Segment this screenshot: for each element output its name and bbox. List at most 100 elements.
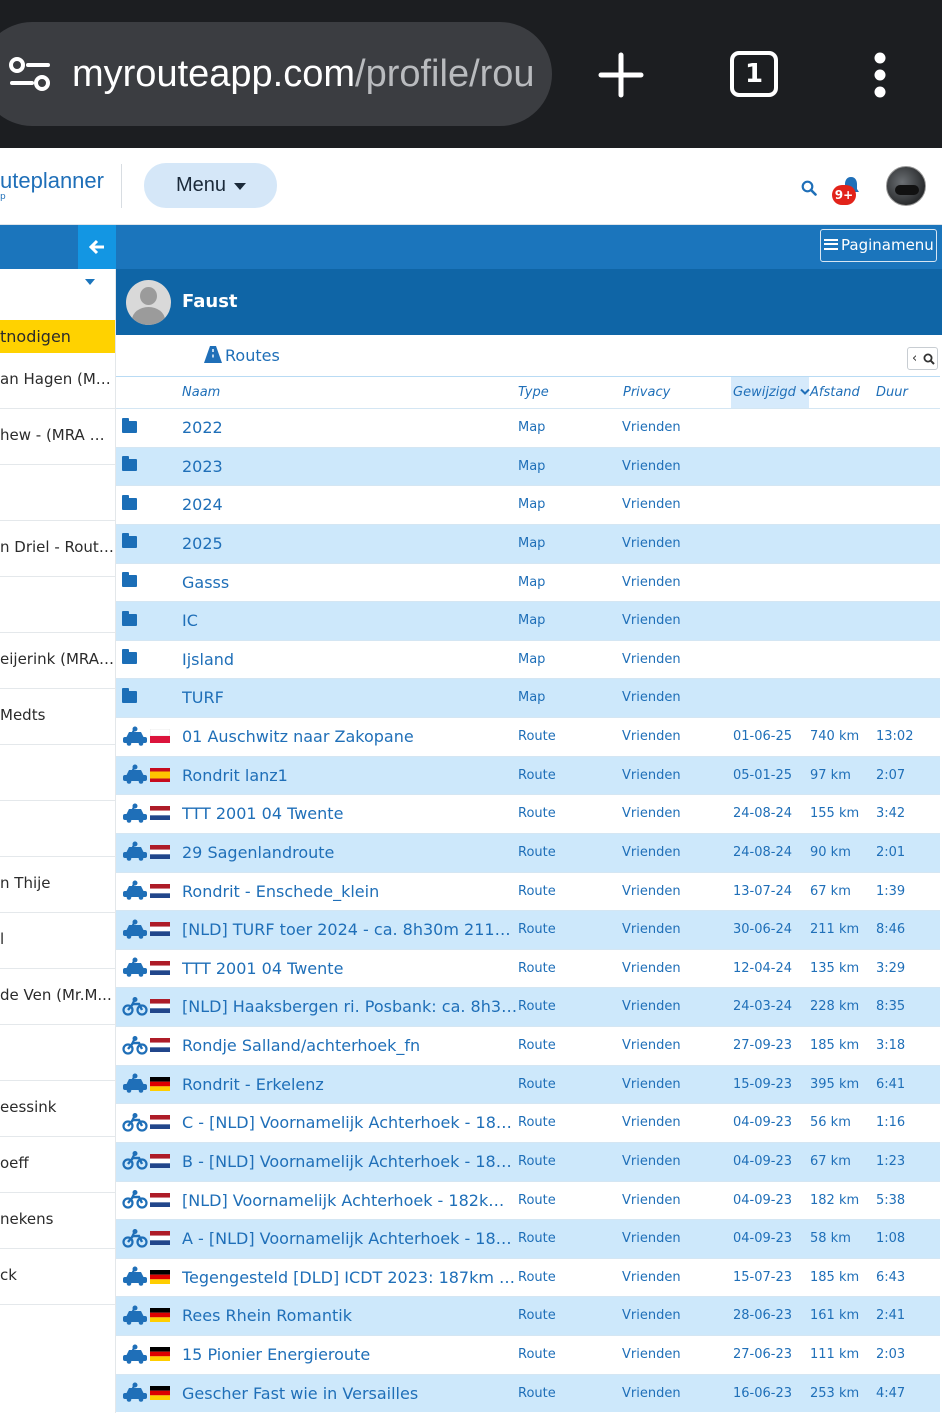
row-name[interactable]: Rondrit - Erkelenz — [182, 1066, 518, 1104]
folder-row[interactable]: 2022 Map Vrienden — [116, 408, 940, 447]
route-row[interactable]: TTT 2001 04 Twente Route Vrienden 12-04-24 1… — [116, 948, 940, 988]
row-name[interactable]: Rondrit lanz1 — [182, 757, 518, 795]
row-name[interactable]: TTT 2001 04 Twente — [182, 795, 518, 833]
sidebar-item[interactable]: oeff — [0, 1137, 115, 1193]
folder-row[interactable]: Gasss Map Vrienden — [116, 562, 940, 602]
page-menu-button[interactable]: Paginamenu — [820, 229, 937, 262]
new-tab-icon[interactable] — [598, 52, 644, 98]
route-row[interactable]: C - [NLD] Voornamelijk Achterhoek - 182k… — [116, 1103, 940, 1142]
url-text[interactable]: myrouteapp.com/profile/rou — [72, 50, 534, 98]
row-name[interactable]: 2025 — [182, 525, 518, 563]
car-route-icon — [122, 919, 148, 939]
route-row[interactable]: Tegengesteld [DLD] ICDT 2023: 187km 6h18… — [116, 1257, 940, 1297]
route-row[interactable]: Rees Rhein Romantik Route Vrienden 28-06-23… — [116, 1296, 940, 1335]
caret-down-icon[interactable] — [85, 279, 95, 285]
route-row[interactable]: 29 Sagenlandroute Route Vrienden 24-08-24 90… — [116, 832, 940, 872]
col-modified[interactable]: Gewijzigd — [733, 385, 810, 400]
logo[interactable]: uteplanner — [0, 168, 104, 194]
sidebar-item[interactable] — [0, 577, 115, 633]
route-row[interactable]: Rondrit - Enschede_klein Route Vrienden 13-… — [116, 871, 940, 911]
route-row[interactable]: A - [NLD] Voornamelijk Achterhoek - 182k… — [116, 1219, 940, 1258]
sidebar-item[interactable]: Medts — [0, 689, 115, 745]
sidebar-item[interactable]: de Ven (Mr.M... — [0, 969, 115, 1025]
site-settings-icon[interactable] — [8, 56, 52, 92]
sidebar-item[interactable]: nekens — [0, 1193, 115, 1249]
folder-row[interactable]: IC Map Vrienden — [116, 601, 940, 640]
route-row[interactable]: TTT 2001 04 Twente Route Vrienden 24-08-24 1… — [116, 794, 940, 833]
row-name[interactable]: IC — [182, 602, 518, 640]
sidebar-item[interactable] — [0, 465, 115, 521]
route-row[interactable]: [NLD] Voornamelijk Achterhoek - 182km 5h… — [116, 1180, 940, 1220]
sidebar-item[interactable]: n Thije — [0, 857, 115, 913]
route-row[interactable]: Rondrit lanz1 Route Vrienden 05-01-25 97 km 2… — [116, 755, 940, 795]
folder-row[interactable]: 2024 Map Vrienden — [116, 485, 940, 524]
row-name[interactable]: 2023 — [182, 448, 518, 486]
car-route-icon — [122, 957, 148, 978]
tab-switcher-button[interactable]: 1 — [730, 51, 778, 97]
row-privacy: Vrienden — [622, 574, 681, 590]
sidebar-item[interactable] — [0, 801, 115, 857]
menu-button[interactable]: Menu — [144, 163, 277, 208]
row-name[interactable]: 01 Auschwitz naar Zakopane — [182, 718, 518, 756]
col-type[interactable]: Type — [518, 385, 549, 400]
folder-row[interactable]: 2023 Map Vrienden — [116, 446, 940, 486]
route-row[interactable]: 01 Auschwitz naar Zakopane Route Vrienden 0… — [116, 717, 940, 756]
more-options-icon[interactable] — [872, 52, 888, 98]
flag-nl-icon — [150, 806, 170, 821]
row-name[interactable]: [NLD] Voornamelijk Achterhoek - 182km 5h… — [182, 1182, 518, 1220]
row-icon — [122, 1297, 150, 1335]
row-name[interactable]: [NLD] Haaksbergen ri. Posbank: ca. 8h35m… — [182, 988, 518, 1026]
invite-button[interactable]: tnodigen — [0, 320, 115, 353]
search-icon[interactable] — [801, 180, 817, 196]
folder-row[interactable]: 2025 Map Vrienden — [116, 523, 940, 563]
route-row[interactable]: Gescher Fast wie in Versailles Route Vrien… — [116, 1373, 940, 1413]
row-flag — [150, 757, 172, 795]
route-row[interactable]: [NLD] Haaksbergen ri. Posbank: ca. 8h35m… — [116, 987, 940, 1026]
row-name[interactable]: 15 Pionier Energieroute — [182, 1336, 518, 1374]
row-name[interactable]: A - [NLD] Voornamelijk Achterhoek - 182k… — [182, 1220, 518, 1258]
route-row[interactable]: Rondrit - Erkelenz Route Vrienden 15-09-23 3… — [116, 1064, 940, 1104]
collapse-sidebar-button[interactable] — [78, 225, 116, 269]
sidebar-item[interactable]: hew - (MRA M... — [0, 409, 115, 465]
row-duration: 13:02 — [876, 729, 914, 744]
col-name[interactable]: Naam — [182, 385, 220, 400]
row-name[interactable]: TTT 2001 04 Twente — [182, 950, 518, 988]
sidebar-item[interactable]: an Hagen (MR... — [0, 353, 115, 409]
row-name[interactable]: Tegengesteld [DLD] ICDT 2023: 187km 6h18… — [182, 1259, 518, 1297]
row-name[interactable]: Rees Rhein Romantik — [182, 1297, 518, 1335]
sidebar-item[interactable] — [0, 1025, 115, 1081]
row-name[interactable]: Ijsland — [182, 641, 518, 679]
row-flag — [150, 834, 172, 872]
row-name[interactable]: 29 Sagenlandroute — [182, 834, 518, 872]
sidebar-item[interactable]: ck — [0, 1249, 115, 1305]
sidebar-item[interactable]: l — [0, 913, 115, 969]
sidebar-item[interactable]: eijerink (MRA ... — [0, 633, 115, 689]
toggle-search-button[interactable]: ‹ — [907, 347, 938, 370]
row-name[interactable]: Rondrit - Enschede_klein — [182, 873, 518, 911]
row-name[interactable]: 2022 — [182, 409, 518, 447]
route-row[interactable]: Rondje Salland/achterhoek_fn Route Vriende… — [116, 1026, 940, 1065]
routes-tab[interactable]: Routes — [204, 346, 280, 365]
row-name[interactable]: Gescher Fast wie in Versailles — [182, 1375, 518, 1413]
row-name[interactable]: Gasss — [182, 564, 518, 602]
col-privacy[interactable]: Privacy — [623, 385, 670, 400]
folder-row[interactable]: TURF Map Vrienden — [116, 678, 940, 717]
route-row[interactable]: B - [NLD] Voornamelijk Achterhoek - 182k… — [116, 1141, 940, 1181]
row-privacy: Vrienden — [622, 458, 681, 474]
row-name[interactable]: TURF — [182, 679, 518, 717]
row-name[interactable]: B - [NLD] Voornamelijk Achterhoek - 182k… — [182, 1143, 518, 1181]
col-duration[interactable]: Duur — [876, 385, 908, 400]
sidebar-item[interactable]: eessink — [0, 1081, 115, 1137]
flag-pl-icon — [150, 729, 170, 743]
row-name[interactable]: Rondje Salland/achterhoek_fn — [182, 1027, 518, 1065]
folder-row[interactable]: Ijsland Map Vrienden — [116, 639, 940, 679]
row-name[interactable]: 2024 — [182, 486, 518, 524]
route-row[interactable]: 15 Pionier Energieroute Route Vrienden 27-0… — [116, 1335, 940, 1374]
col-distance[interactable]: Afstand — [810, 385, 860, 400]
route-row[interactable]: [NLD] TURF toer 2024 - ca. 8h30m 211km Ro… — [116, 910, 940, 949]
sidebar-item[interactable]: n Driel - Route... — [0, 521, 115, 577]
row-name[interactable]: [NLD] TURF toer 2024 - ca. 8h30m 211km — [182, 911, 518, 949]
row-name[interactable]: C - [NLD] Voornamelijk Achterhoek - 182k… — [182, 1104, 518, 1142]
sidebar-item[interactable] — [0, 745, 115, 801]
avatar[interactable] — [886, 166, 926, 206]
